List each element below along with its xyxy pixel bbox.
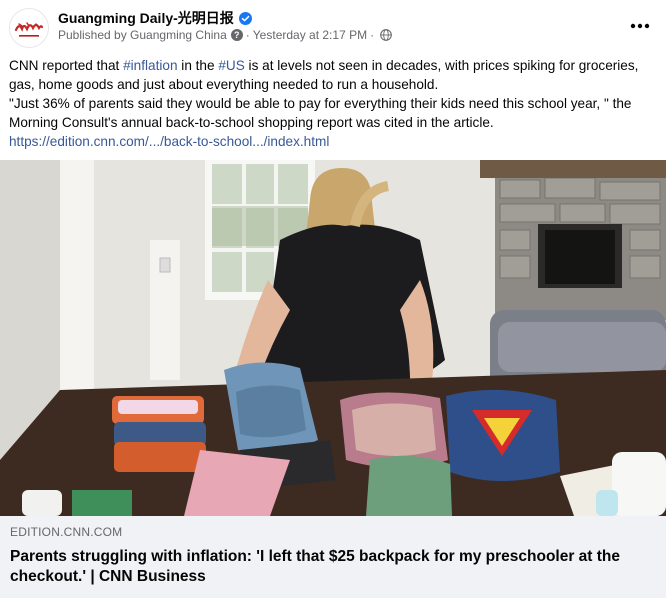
help-icon[interactable]: ? — [230, 29, 243, 41]
verified-badge-icon — [238, 11, 252, 25]
meta-separator: · — [370, 28, 375, 42]
page-name[interactable]: Guangming Daily-光明日报 — [58, 8, 252, 28]
post-meta: Published by Guangming China ? · Yesterd… — [58, 28, 392, 42]
post-photo[interactable] — [0, 160, 666, 516]
text-segment: CNN reported that — [9, 58, 124, 73]
globe-icon[interactable] — [380, 29, 392, 41]
post-header: Guangming Daily-光明日报 Published by Guangm… — [0, 0, 666, 52]
photo-parent-backpacks — [0, 160, 666, 516]
facebook-post: Guangming Daily-光明日报 Published by Guangm… — [0, 0, 666, 598]
guangming-logo — [10, 9, 48, 47]
meta-separator: · — [245, 28, 250, 42]
link-title[interactable]: Parents struggling with inflation: 'I le… — [10, 547, 656, 587]
post-text: CNN reported that #inflation in the #US … — [9, 56, 659, 151]
more-horizontal-icon — [630, 23, 650, 29]
hashtag-inflation[interactable]: #inflation — [123, 58, 177, 73]
page-name-text[interactable]: Guangming Daily-光明日报 — [58, 8, 234, 28]
published-by[interactable]: Published by Guangming China — [58, 28, 227, 42]
link-domain: EDITION.CNN.COM — [10, 525, 123, 539]
hashtag-us[interactable]: #US — [218, 58, 244, 73]
page-avatar[interactable] — [9, 8, 49, 48]
article-link[interactable]: https://edition.cnn.com/.../back-to-scho… — [9, 134, 329, 149]
post-paragraph-link: https://edition.cnn.com/.../back-to-scho… — [9, 132, 659, 151]
more-options-button[interactable] — [628, 14, 652, 38]
post-paragraph-1: CNN reported that #inflation in the #US … — [9, 56, 659, 94]
text-segment: in the — [177, 58, 219, 73]
link-preview-card[interactable]: EDITION.CNN.COM Parents struggling with … — [0, 516, 666, 598]
post-timestamp[interactable]: Yesterday at 2:17 PM — [253, 28, 367, 42]
post-paragraph-quote: "Just 36% of parents said they would be … — [9, 96, 632, 130]
